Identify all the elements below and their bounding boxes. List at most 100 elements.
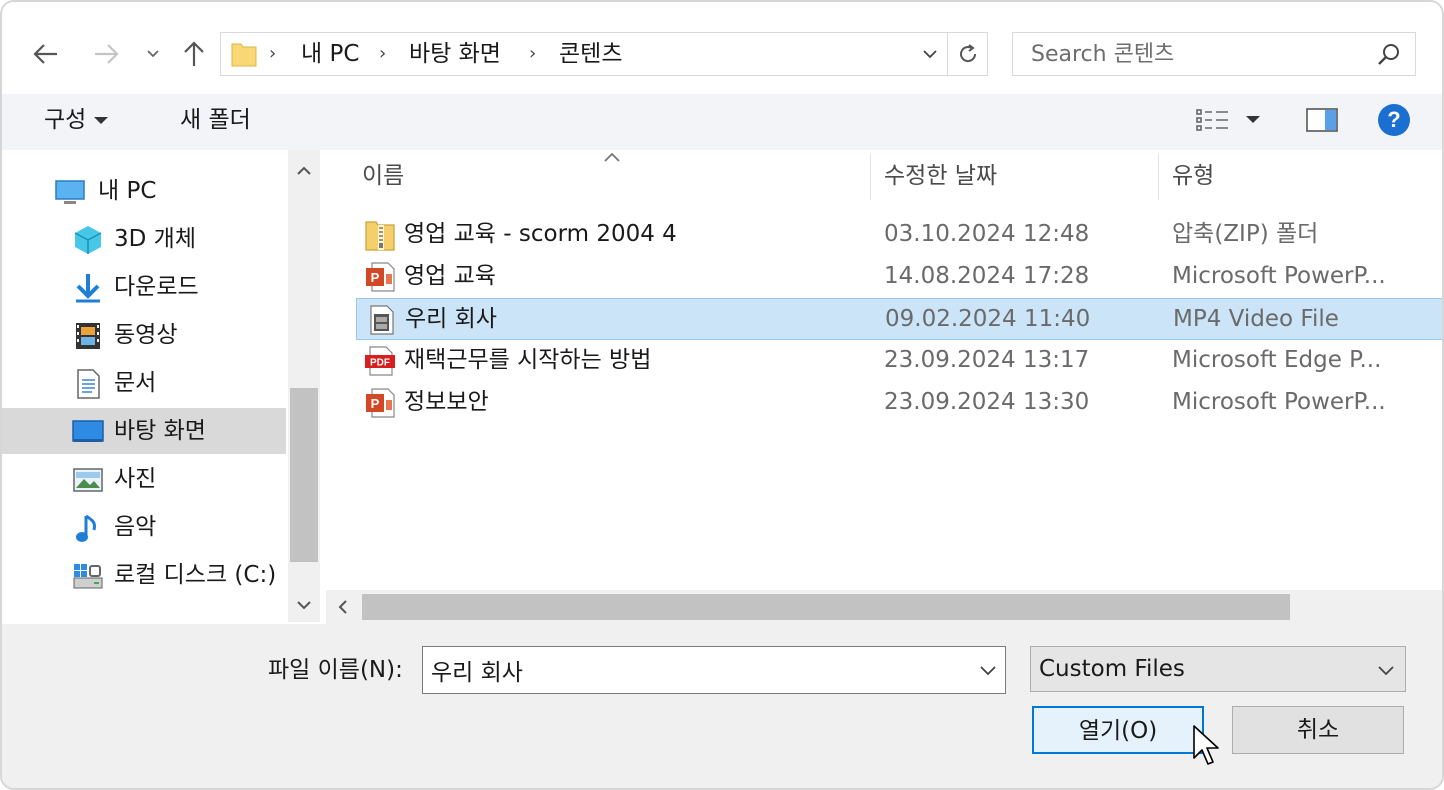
file-row[interactable]: P 정보보안 23.09.2024 13:30 Microsoft PowerP… xyxy=(356,382,1442,424)
file-type: Microsoft Edge P... xyxy=(1172,347,1382,373)
nav-label: 문서 xyxy=(114,370,157,396)
open-file-dialog: › 내 PC › 바탕 화면 › 콘텐츠 구성 새 폴더 xyxy=(0,0,1444,790)
address-bar[interactable]: › 내 PC › 바탕 화면 › 콘텐츠 xyxy=(220,32,988,76)
pdf-icon: PDF xyxy=(365,346,395,376)
filename-combobox[interactable] xyxy=(422,646,1006,694)
svg-text:P: P xyxy=(371,270,380,285)
file-name: 재택근무를 시작하는 방법 xyxy=(404,347,652,373)
organize-label: 구성 xyxy=(44,107,87,133)
nav-label: 바탕 화면 xyxy=(114,418,206,444)
refresh-icon xyxy=(959,44,976,63)
powerpoint-icon: P xyxy=(366,262,395,292)
scroll-thumb[interactable] xyxy=(290,388,318,562)
address-history-button[interactable] xyxy=(913,33,947,75)
file-type: 압축(ZIP) 폴더 xyxy=(1172,221,1319,247)
svg-text:P: P xyxy=(371,396,380,411)
nav-item-this-pc[interactable]: 내 PC xyxy=(2,168,286,214)
up-button[interactable] xyxy=(176,32,212,76)
cube-icon xyxy=(74,226,102,254)
nav-label: 사진 xyxy=(114,466,157,492)
address-row: › 내 PC › 바탕 화면 › 콘텐츠 xyxy=(2,2,1442,94)
search-box[interactable] xyxy=(1012,32,1416,76)
picture-icon xyxy=(73,468,103,492)
music-icon xyxy=(76,514,96,542)
file-row[interactable]: P 영업 교육 14.08.2024 17:28 Microsoft Power… xyxy=(356,256,1442,298)
scroll-down-button[interactable] xyxy=(288,588,320,622)
preview-pane-icon[interactable] xyxy=(1306,108,1338,132)
filetype-value: Custom Files xyxy=(1039,656,1185,682)
file-name: 영업 교육 xyxy=(404,263,496,289)
refresh-button[interactable] xyxy=(947,33,987,75)
chevron-down-icon[interactable] xyxy=(977,659,999,681)
recent-locations-button[interactable] xyxy=(138,32,168,76)
new-folder-button[interactable]: 새 폴더 xyxy=(180,94,251,146)
folder-icon xyxy=(231,43,257,67)
file-row-selected[interactable]: 우리 회사 09.02.2024 11:40 MP4 Video File xyxy=(356,298,1442,340)
crumb-separator-icon: › xyxy=(529,43,537,64)
file-modified: 23.09.2024 13:17 xyxy=(884,347,1090,373)
crumb-desktop[interactable]: 바탕 화면 xyxy=(409,33,501,75)
file-modified: 23.09.2024 13:30 xyxy=(884,389,1090,415)
view-details-icon[interactable] xyxy=(1196,108,1230,132)
crumb-contents[interactable]: 콘텐츠 xyxy=(559,33,622,75)
chevron-down-icon xyxy=(923,50,937,59)
pc-icon xyxy=(55,180,85,204)
scroll-left-button[interactable] xyxy=(326,590,360,624)
file-row[interactable]: PDF 재택근무를 시작하는 방법 23.09.2024 13:17 Micro… xyxy=(356,340,1442,382)
file-modified: 14.08.2024 17:28 xyxy=(884,263,1090,289)
column-divider[interactable] xyxy=(870,154,871,200)
open-button[interactable]: 열기(O) xyxy=(1032,706,1204,754)
nav-item-music[interactable]: 음악 xyxy=(2,504,286,550)
chevron-left-icon xyxy=(338,600,347,614)
search-input[interactable] xyxy=(1031,33,1361,75)
view-options-caret-icon[interactable] xyxy=(1246,116,1260,123)
forward-button[interactable] xyxy=(88,32,124,76)
nav-label: 로컬 디스크 (C:) xyxy=(114,562,277,588)
arrow-left-icon xyxy=(33,44,57,64)
file-name: 영업 교육 - scorm 2004 4 xyxy=(404,221,677,247)
navigation-pane: 내 PC 3D 개체 다운로드 동영상 문서 바탕 화면 사진 음악 로컬 디스… xyxy=(2,150,290,622)
column-header-type[interactable]: 유형 xyxy=(1172,150,1214,202)
crumb-separator-icon: › xyxy=(269,43,277,64)
nav-label: 내 PC xyxy=(98,178,157,204)
filename-input[interactable] xyxy=(431,647,961,693)
horizontal-scrollbar[interactable] xyxy=(326,590,1442,624)
nav-item-local-disk[interactable]: 로컬 디스크 (C:) xyxy=(2,552,286,598)
crumb-this-pc[interactable]: 내 PC xyxy=(301,33,359,75)
file-type: Microsoft PowerP... xyxy=(1172,263,1386,289)
chevron-up-icon xyxy=(297,166,311,175)
nav-item-downloads[interactable]: 다운로드 xyxy=(2,264,286,310)
scroll-thumb[interactable] xyxy=(362,594,1290,620)
nav-item-3d-objects[interactable]: 3D 개체 xyxy=(2,216,286,262)
file-row[interactable]: 영업 교육 - scorm 2004 4 03.10.2024 12:48 압축… xyxy=(356,214,1442,256)
navigation-pane-scrollbar[interactable] xyxy=(288,150,320,622)
file-type: MP4 Video File xyxy=(1173,306,1339,332)
filename-label: 파일 이름(N): xyxy=(268,657,403,683)
scroll-up-button[interactable] xyxy=(288,154,320,188)
chevron-down-icon xyxy=(297,601,311,610)
zip-folder-icon xyxy=(365,221,395,251)
nav-item-documents[interactable]: 문서 xyxy=(2,360,286,406)
organize-button[interactable]: 구성 xyxy=(44,94,109,146)
search-icon[interactable] xyxy=(1377,42,1401,66)
file-name: 정보보안 xyxy=(404,389,489,415)
back-button[interactable] xyxy=(28,32,64,76)
column-divider[interactable] xyxy=(1158,154,1159,200)
file-list: 이름 수정한 날짜 유형 영업 교육 - scorm 2004 4 03.10.… xyxy=(326,150,1442,622)
download-icon xyxy=(76,274,100,303)
nav-item-desktop[interactable]: 바탕 화면 xyxy=(2,408,286,454)
nav-item-pictures[interactable]: 사진 xyxy=(2,456,286,502)
nav-label: 동영상 xyxy=(114,322,178,348)
nav-item-videos[interactable]: 동영상 xyxy=(2,312,286,358)
chevron-down-icon xyxy=(1378,666,1394,676)
dialog-footer: 파일 이름(N): Custom Files 열기(O) 취소 xyxy=(2,624,1442,788)
help-icon[interactable]: ? xyxy=(1378,104,1410,136)
cancel-button[interactable]: 취소 xyxy=(1232,706,1404,754)
arrow-up-icon xyxy=(184,41,204,66)
svg-text:PDF: PDF xyxy=(370,358,390,369)
column-header-modified[interactable]: 수정한 날짜 xyxy=(884,150,997,202)
file-modified: 09.02.2024 11:40 xyxy=(885,306,1091,332)
column-header-name[interactable]: 이름 xyxy=(362,150,404,202)
desktop-icon xyxy=(72,420,104,442)
filetype-select[interactable]: Custom Files xyxy=(1030,646,1406,692)
